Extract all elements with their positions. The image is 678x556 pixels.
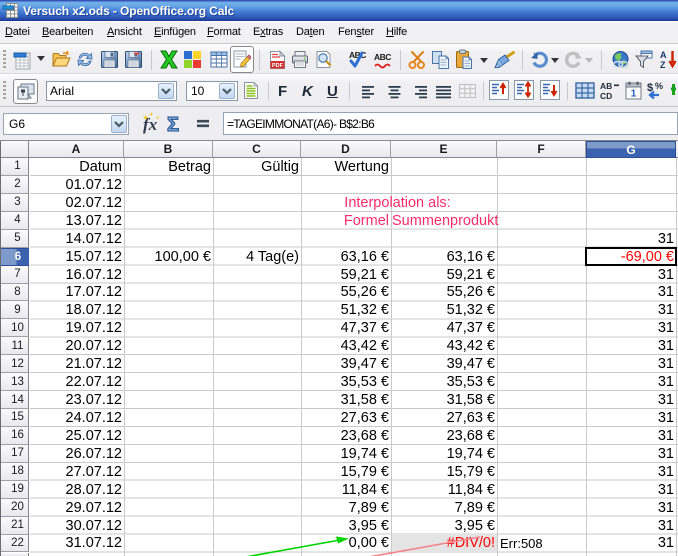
svg-text:Z: Z bbox=[660, 60, 666, 70]
svg-text:ABC: ABC bbox=[374, 52, 391, 62]
svg-text:%: % bbox=[655, 81, 663, 91]
svg-text:Σ: Σ bbox=[167, 114, 179, 136]
svg-text:A: A bbox=[660, 50, 667, 60]
svg-text:CD: CD bbox=[600, 91, 612, 101]
svg-text:AB: AB bbox=[600, 81, 612, 91]
svg-text:1: 1 bbox=[631, 89, 637, 100]
svg-text:PDF: PDF bbox=[272, 63, 284, 69]
